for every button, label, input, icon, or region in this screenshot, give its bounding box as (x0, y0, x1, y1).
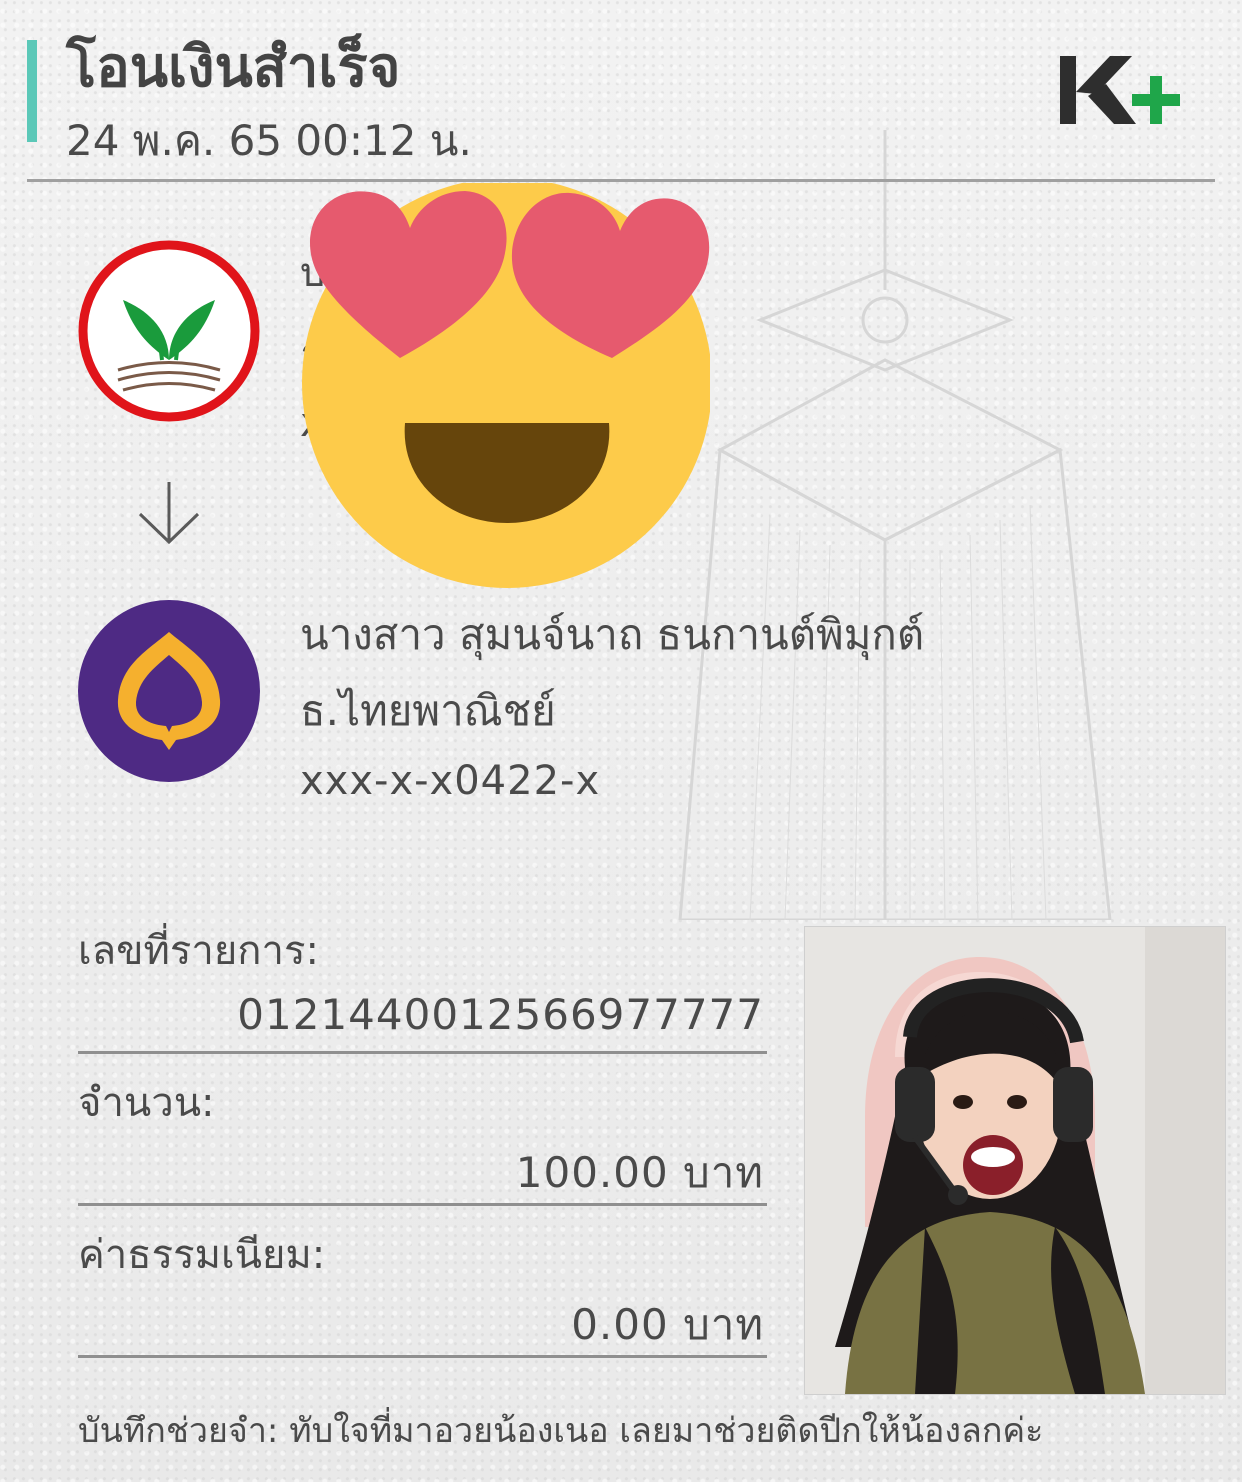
page-title: โอนเงินสำเร็จ (66, 35, 401, 100)
streamer-photo (804, 926, 1226, 1395)
building-watermark (678, 130, 1112, 920)
amount-value: 100.00 บาท (515, 1148, 764, 1197)
divider (78, 1203, 767, 1206)
kplus-logo (1060, 56, 1180, 124)
divider (78, 1051, 767, 1054)
fee-value: 0.00 บาท (571, 1300, 764, 1349)
memo-label: บันทึกช่วยจำ: (78, 1411, 279, 1451)
reference-value: 0121440012566977777 (237, 990, 764, 1039)
amount-label: จำนวน: (78, 1080, 215, 1126)
receiver-account: xxx-x-x0422-x (300, 758, 601, 804)
fee-label: ค่าธรรมเนียม: (78, 1232, 326, 1278)
header-divider (27, 179, 1215, 182)
receiver-name: นางสาว สุมนจ์นาถ ธนกานต์พิมุกต์ (300, 610, 925, 659)
heart-eyes-emoji-icon (302, 183, 710, 588)
receiver-bank: ธ.ไทยพาณิชย์ (300, 686, 556, 735)
divider (78, 1355, 767, 1358)
memo: บันทึกช่วยจำ: ทับใจที่มาอวยน้องเนอ เลยมา… (78, 1403, 1043, 1457)
transaction-datetime: 24 พ.ค. 65 00:12 น. (66, 116, 472, 165)
memo-text: ทับใจที่มาอวยน้องเนอ เลยมาช่วยติดปีกให้น… (289, 1411, 1044, 1451)
arrow-down-icon (138, 482, 200, 545)
scb-bank-icon (78, 600, 260, 782)
header-accent-bar (27, 40, 37, 142)
kasikorn-bank-icon (78, 240, 260, 422)
reference-label: เลขที่รายการ: (78, 928, 319, 974)
